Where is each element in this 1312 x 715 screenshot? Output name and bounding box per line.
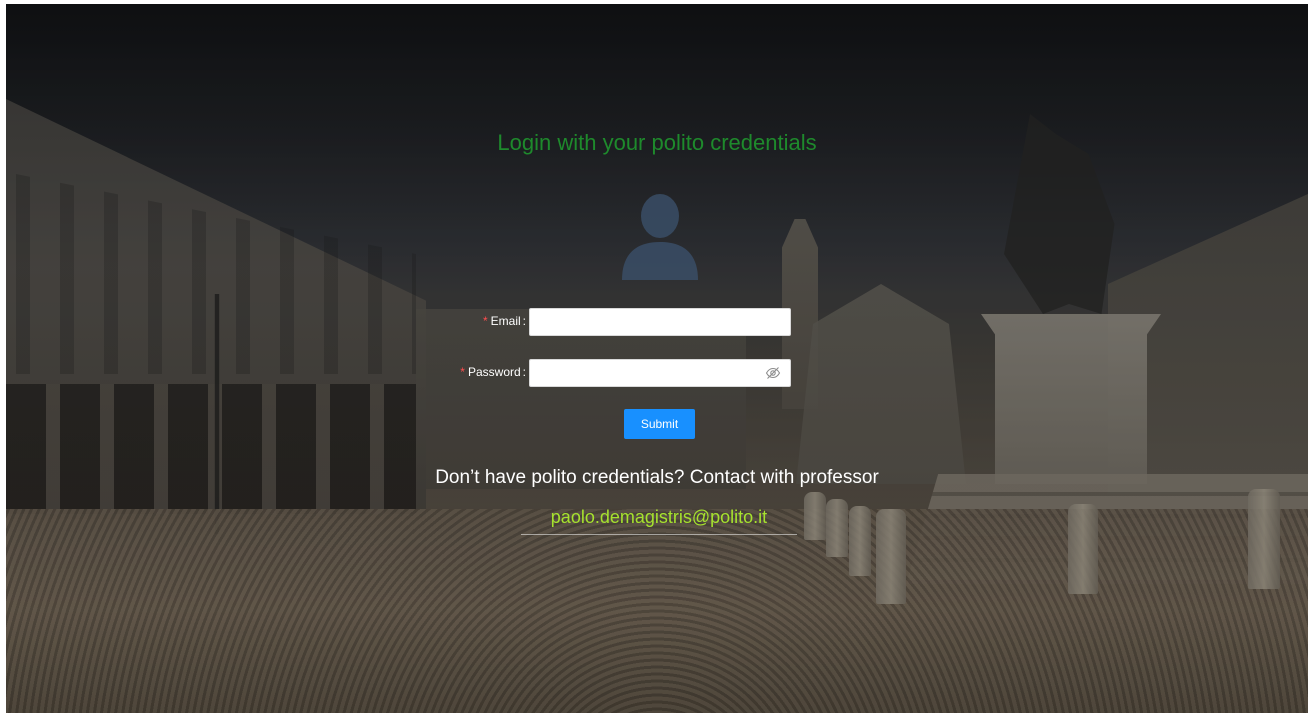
password-label: * Password:	[426, 359, 526, 387]
professor-email-link[interactable]: paolo.demagistris@polito.it	[521, 501, 797, 535]
submit-button[interactable]: Submit	[624, 409, 695, 439]
email-input[interactable]	[529, 308, 791, 336]
contact-professor-text: Don’t have polito credentials? Contact w…	[435, 467, 879, 488]
password-required-mark: *	[460, 365, 465, 379]
user-avatar-icon	[622, 194, 698, 280]
login-title: Login with your polito credentials	[497, 130, 817, 155]
password-label-text: Password	[467, 365, 521, 379]
email-label-colon: :	[522, 314, 526, 328]
password-input[interactable]	[529, 359, 791, 387]
email-required-mark: *	[482, 314, 488, 328]
login-page: Login with your polito credentials * Emai…	[6, 4, 1308, 713]
email-label: * Email:	[426, 308, 526, 336]
email-label-text: Email	[490, 314, 521, 328]
password-label-colon: :	[522, 365, 526, 379]
eye-invisible-icon[interactable]	[765, 365, 781, 381]
